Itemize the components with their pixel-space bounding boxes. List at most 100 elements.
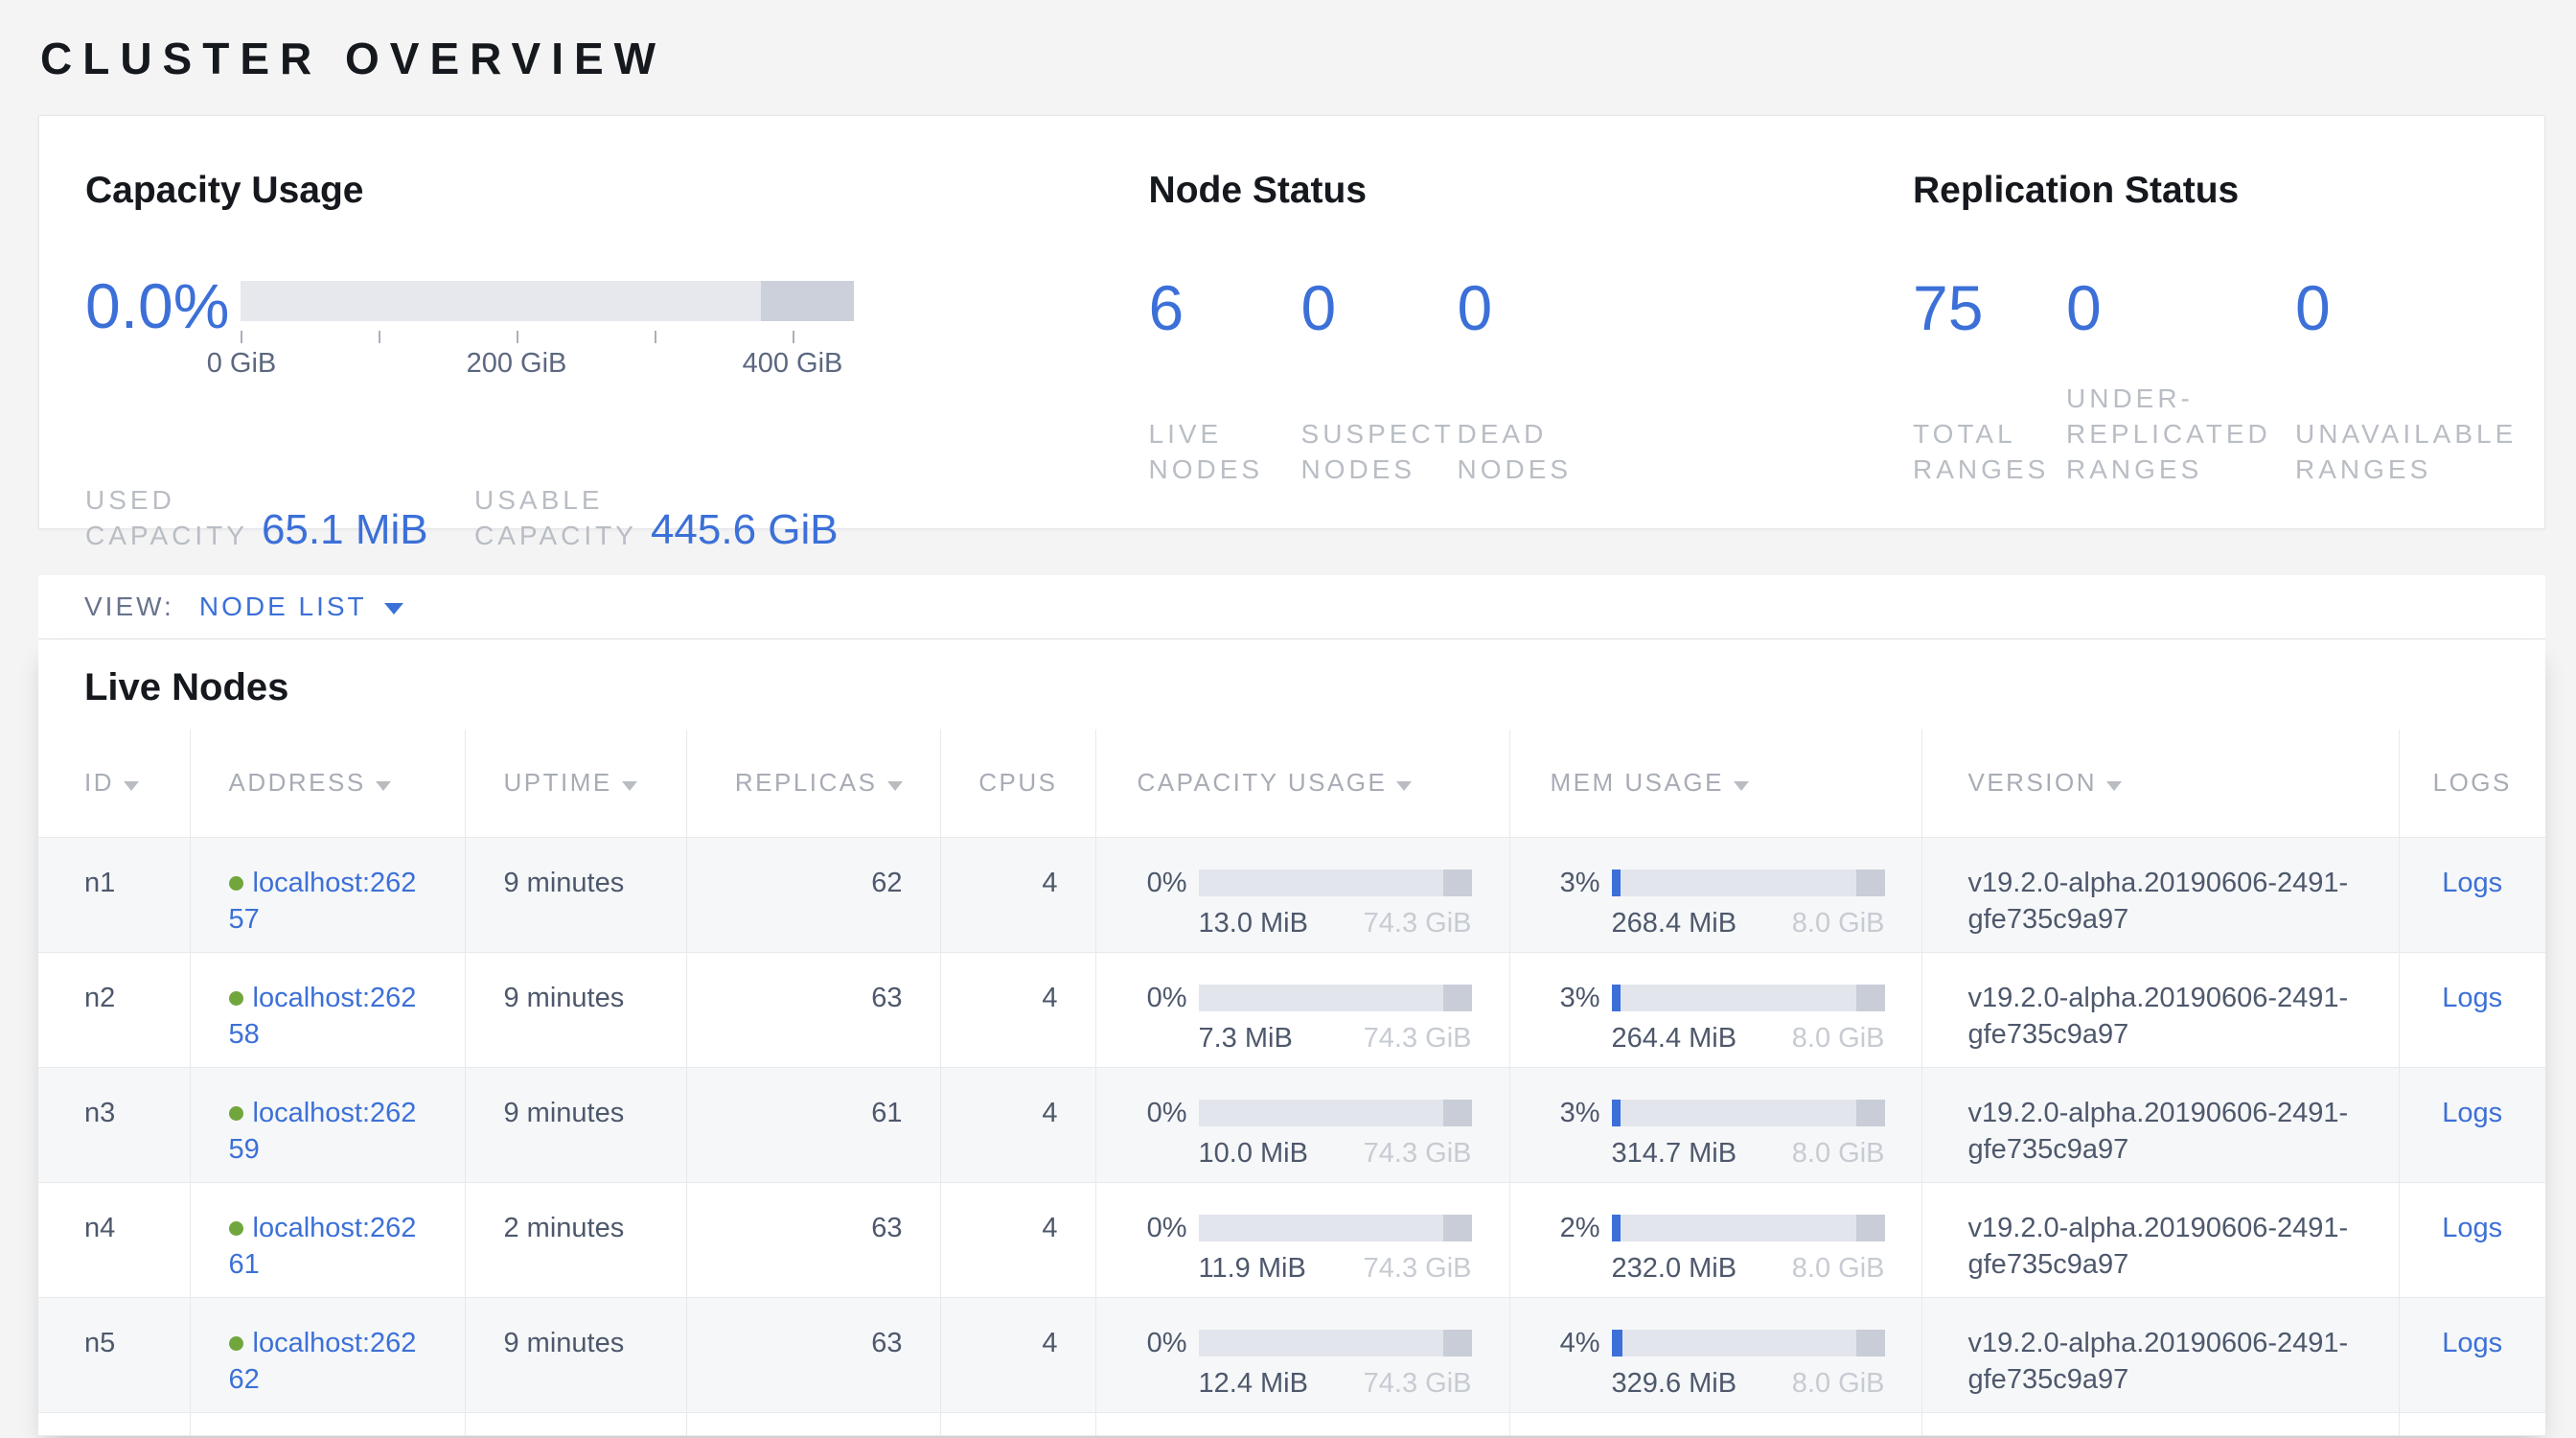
- mem-percent: 4%: [1551, 1325, 1600, 1361]
- version-text: v19.2.0-alpha.20190606-2491-gfe735c9a97: [1968, 865, 2390, 938]
- replicas-cell: 63: [686, 1182, 940, 1297]
- logs-cell: Logs: [2399, 1182, 2545, 1297]
- column-header-mem-usage[interactable]: MEM USAGE: [1509, 730, 1921, 837]
- live-nodes-heading: Live Nodes: [38, 639, 2545, 730]
- table-row: n3 localhost:26259 9 minutes 61 4 0% 10.…: [38, 1067, 2545, 1182]
- capacity-total-value: 74.3 GiB: [1364, 1250, 1472, 1287]
- capacity-bar: [1199, 870, 1472, 896]
- node-address-link[interactable]: localhost:26258: [229, 983, 417, 1050]
- total-ranges-value: 75: [1913, 281, 2066, 335]
- logs-link[interactable]: Logs: [2442, 868, 2502, 898]
- capacity-total-value: 74.3 GiB: [1364, 1135, 1472, 1171]
- view-selector-dropdown[interactable]: NODE LIST: [199, 591, 403, 622]
- mem-bar-dark-segment: [1856, 1100, 1885, 1126]
- capacity-used-percent: 0.0%: [85, 281, 241, 331]
- version-text: v19.2.0-alpha.20190606-2491-gfe735c9a97: [1968, 1325, 2390, 1398]
- table-row: n5 localhost:26262 9 minutes 63 4 0% 12.…: [38, 1297, 2545, 1412]
- version-cell: v19.2.0-alpha.20190606-2491-gfe735c9a97: [1921, 952, 2399, 1067]
- mem-total-value: 8.0 GiB: [1792, 1135, 1885, 1171]
- node-address-cell: localhost:26262: [190, 1297, 465, 1412]
- suspect-nodes-value: 0: [1301, 281, 1458, 335]
- usable-capacity-stat: USABLE CAPACITY 445.6 GiB: [474, 482, 839, 553]
- capacity-percent: 0%: [1138, 1325, 1187, 1361]
- table-row-partial: [38, 1412, 2545, 1435]
- total-ranges-stat: 75 TOTAL RANGES: [1913, 281, 2066, 487]
- mem-bar: [1612, 985, 1885, 1011]
- mem-bar-fill: [1612, 1330, 1622, 1357]
- chevron-down-icon: [384, 603, 403, 615]
- mem-percent: 2%: [1551, 1210, 1600, 1246]
- summary-card: Capacity Usage 0.0% 0 GiB: [38, 115, 2545, 529]
- uptime-cell: 9 minutes: [465, 952, 686, 1067]
- capacity-gauge-track: [241, 281, 854, 321]
- live-status-dot-icon: [229, 876, 243, 891]
- capacity-gauge: 0 GiB 200 GiB 400 GiB: [241, 281, 854, 381]
- mem-usage-cell: 4% 329.6 MiB 8.0 GiB: [1509, 1297, 1921, 1412]
- capacity-bar-dark-segment: [1443, 1100, 1472, 1126]
- column-header-id[interactable]: ID: [38, 730, 190, 837]
- mem-total-value: 8.0 GiB: [1792, 1250, 1885, 1287]
- suspect-nodes-stat: 0 SUSPECT NODES: [1301, 281, 1458, 487]
- mem-bar-fill: [1612, 985, 1621, 1011]
- under-replicated-ranges-stat: 0 UNDER- REPLICATED RANGES: [2066, 281, 2295, 487]
- version-cell: v19.2.0-alpha.20190606-2491-gfe735c9a97: [1921, 837, 2399, 952]
- node-id-cell: n1: [38, 837, 190, 952]
- replicas-cell: 63: [686, 952, 940, 1067]
- page-title: CLUSTER OVERVIEW: [40, 33, 2507, 84]
- logs-link[interactable]: Logs: [2442, 983, 2502, 1013]
- cpus-cell: 4: [940, 952, 1095, 1067]
- sort-desc-icon: [376, 781, 391, 791]
- mem-usage-cell: 3% 268.4 MiB 8.0 GiB: [1509, 837, 1921, 952]
- unavailable-ranges-value: 0: [2295, 281, 2544, 335]
- logs-link[interactable]: Logs: [2442, 1098, 2502, 1128]
- node-id-cell: n4: [38, 1182, 190, 1297]
- column-header-capacity-usage[interactable]: CAPACITY USAGE: [1095, 730, 1509, 837]
- suspect-nodes-label: SUSPECT NODES: [1301, 416, 1458, 487]
- replicas-cell: 63: [686, 1297, 940, 1412]
- usable-capacity-value: 445.6 GiB: [651, 509, 839, 551]
- capacity-total-value: 74.3 GiB: [1364, 905, 1472, 941]
- usable-capacity-label: USABLE CAPACITY: [474, 482, 637, 553]
- capacity-gauge-ticks: [241, 331, 854, 344]
- mem-bar-dark-segment: [1856, 1330, 1885, 1357]
- mem-bar-fill: [1612, 870, 1621, 896]
- logs-cell: Logs: [2399, 1297, 2545, 1412]
- dead-nodes-value: 0: [1458, 281, 1573, 335]
- replication-status-title: Replication Status: [1913, 170, 2544, 212]
- replicas-cell: 62: [686, 837, 940, 952]
- under-replicated-ranges-value: 0: [2066, 281, 2295, 335]
- column-header-version[interactable]: VERSION: [1921, 730, 2399, 837]
- capacity-gauge-dark-segment: [761, 281, 854, 321]
- node-address-cell: localhost:26261: [190, 1182, 465, 1297]
- column-header-uptime[interactable]: UPTIME: [465, 730, 686, 837]
- table-header-row: ID ADDRESS UPTIME REPLICAS CPUS CAPACITY…: [38, 730, 2545, 837]
- node-address-link[interactable]: localhost:26262: [229, 1328, 417, 1395]
- used-capacity-stat: USED CAPACITY 65.1 MiB: [85, 482, 474, 553]
- node-address-link[interactable]: localhost:26259: [229, 1098, 417, 1165]
- column-header-replicas[interactable]: REPLICAS: [686, 730, 940, 837]
- node-address-link[interactable]: localhost:26261: [229, 1213, 417, 1280]
- column-header-cpus[interactable]: CPUS: [940, 730, 1095, 837]
- sort-desc-icon: [2106, 781, 2122, 791]
- version-text: v19.2.0-alpha.20190606-2491-gfe735c9a97: [1968, 980, 2390, 1053]
- column-header-logs: LOGS: [2399, 730, 2545, 837]
- capacity-bar-dark-segment: [1443, 1330, 1472, 1357]
- mem-used-value: 329.6 MiB: [1612, 1365, 1737, 1402]
- mem-percent: 3%: [1551, 1095, 1600, 1131]
- mem-total-value: 8.0 GiB: [1792, 1365, 1885, 1402]
- logs-link[interactable]: Logs: [2442, 1213, 2502, 1243]
- logs-link[interactable]: Logs: [2442, 1328, 2502, 1358]
- capacity-bar: [1199, 1100, 1472, 1126]
- node-address-link[interactable]: localhost:26257: [229, 868, 417, 935]
- capacity-total-value: 74.3 GiB: [1364, 1020, 1472, 1056]
- table-row: n1 localhost:26257 9 minutes 62 4 0% 13.…: [38, 837, 2545, 952]
- mem-bar: [1612, 1100, 1885, 1126]
- capacity-bar: [1199, 1330, 1472, 1357]
- axis-label-400gib: 400 GiB: [743, 348, 843, 380]
- sort-desc-icon: [1396, 781, 1412, 791]
- node-id-cell: n5: [38, 1297, 190, 1412]
- column-header-address[interactable]: ADDRESS: [190, 730, 465, 837]
- mem-bar-dark-segment: [1856, 985, 1885, 1011]
- capacity-percent: 0%: [1138, 980, 1187, 1016]
- logs-cell: Logs: [2399, 952, 2545, 1067]
